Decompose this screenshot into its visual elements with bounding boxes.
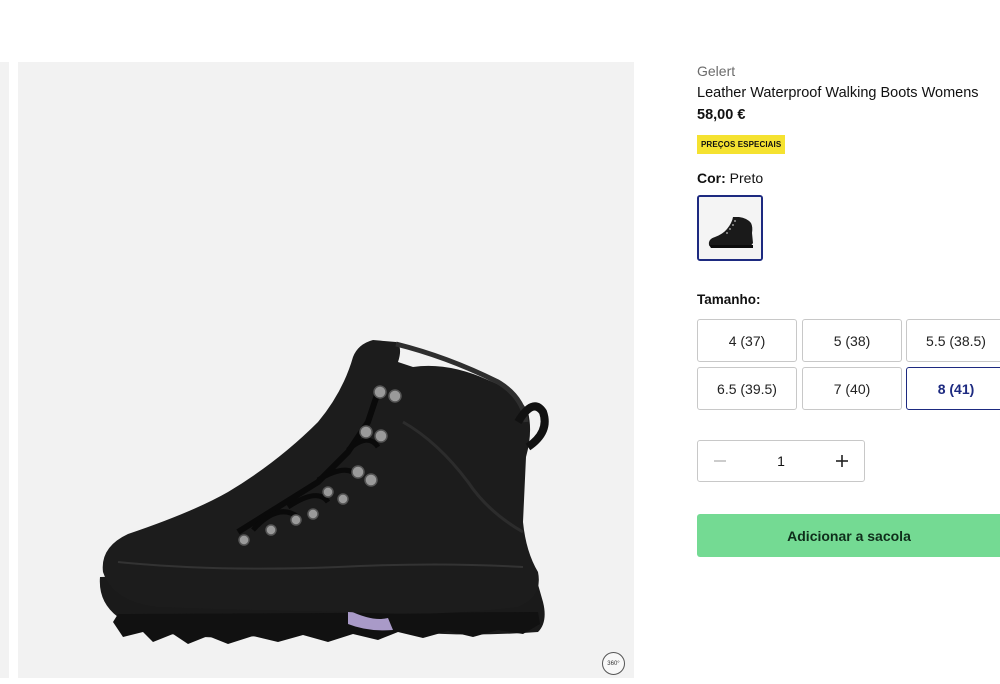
previous-image-edge[interactable] <box>0 62 9 678</box>
size-option-selected[interactable]: 8 (41) <box>906 367 1000 410</box>
add-to-bag-button[interactable]: Adicionar a sacola <box>697 514 1000 557</box>
quantity-value[interactable]: 1 <box>742 453 820 469</box>
size-option[interactable]: 5 (38) <box>802 319 902 362</box>
color-swatch-selected[interactable] <box>697 195 763 261</box>
size-option[interactable]: 6.5 (39.5) <box>697 367 797 410</box>
boot-swatch-image <box>699 197 761 259</box>
product-image-gallery[interactable]: 360° <box>18 62 634 678</box>
size-label: Tamanho: <box>697 292 761 307</box>
size-option[interactable]: 5.5 (38.5) <box>906 319 1000 362</box>
plus-icon[interactable] <box>820 441 864 481</box>
product-price: 58,00 € <box>697 107 746 123</box>
product-info: Gelert Leather Waterproof Walking Boots … <box>697 62 1000 411</box>
product-brand[interactable]: Gelert <box>697 62 1000 80</box>
boot-image <box>99 340 549 644</box>
color-selection-label: Cor: Preto <box>697 169 1000 187</box>
product-title: Leather Waterproof Walking Boots Womens <box>697 85 979 101</box>
minus-icon[interactable] <box>698 441 742 481</box>
product-page: 360° Gelert Leather Waterproof Walking B… <box>0 0 1000 684</box>
quantity-stepper: 1 <box>697 440 865 482</box>
color-label: Cor: <box>697 170 726 186</box>
size-grid: 4 (37) 5 (38) 5.5 (38.5) 6.5 (39.5) 7 (4… <box>697 319 1000 411</box>
size-option[interactable]: 4 (37) <box>697 319 797 362</box>
color-value: Preto <box>729 170 764 186</box>
promo-badge: PREÇOS ESPECIAIS <box>697 135 786 154</box>
size-option[interactable]: 7 (40) <box>802 367 902 410</box>
view-360-button[interactable]: 360° <box>602 652 625 675</box>
